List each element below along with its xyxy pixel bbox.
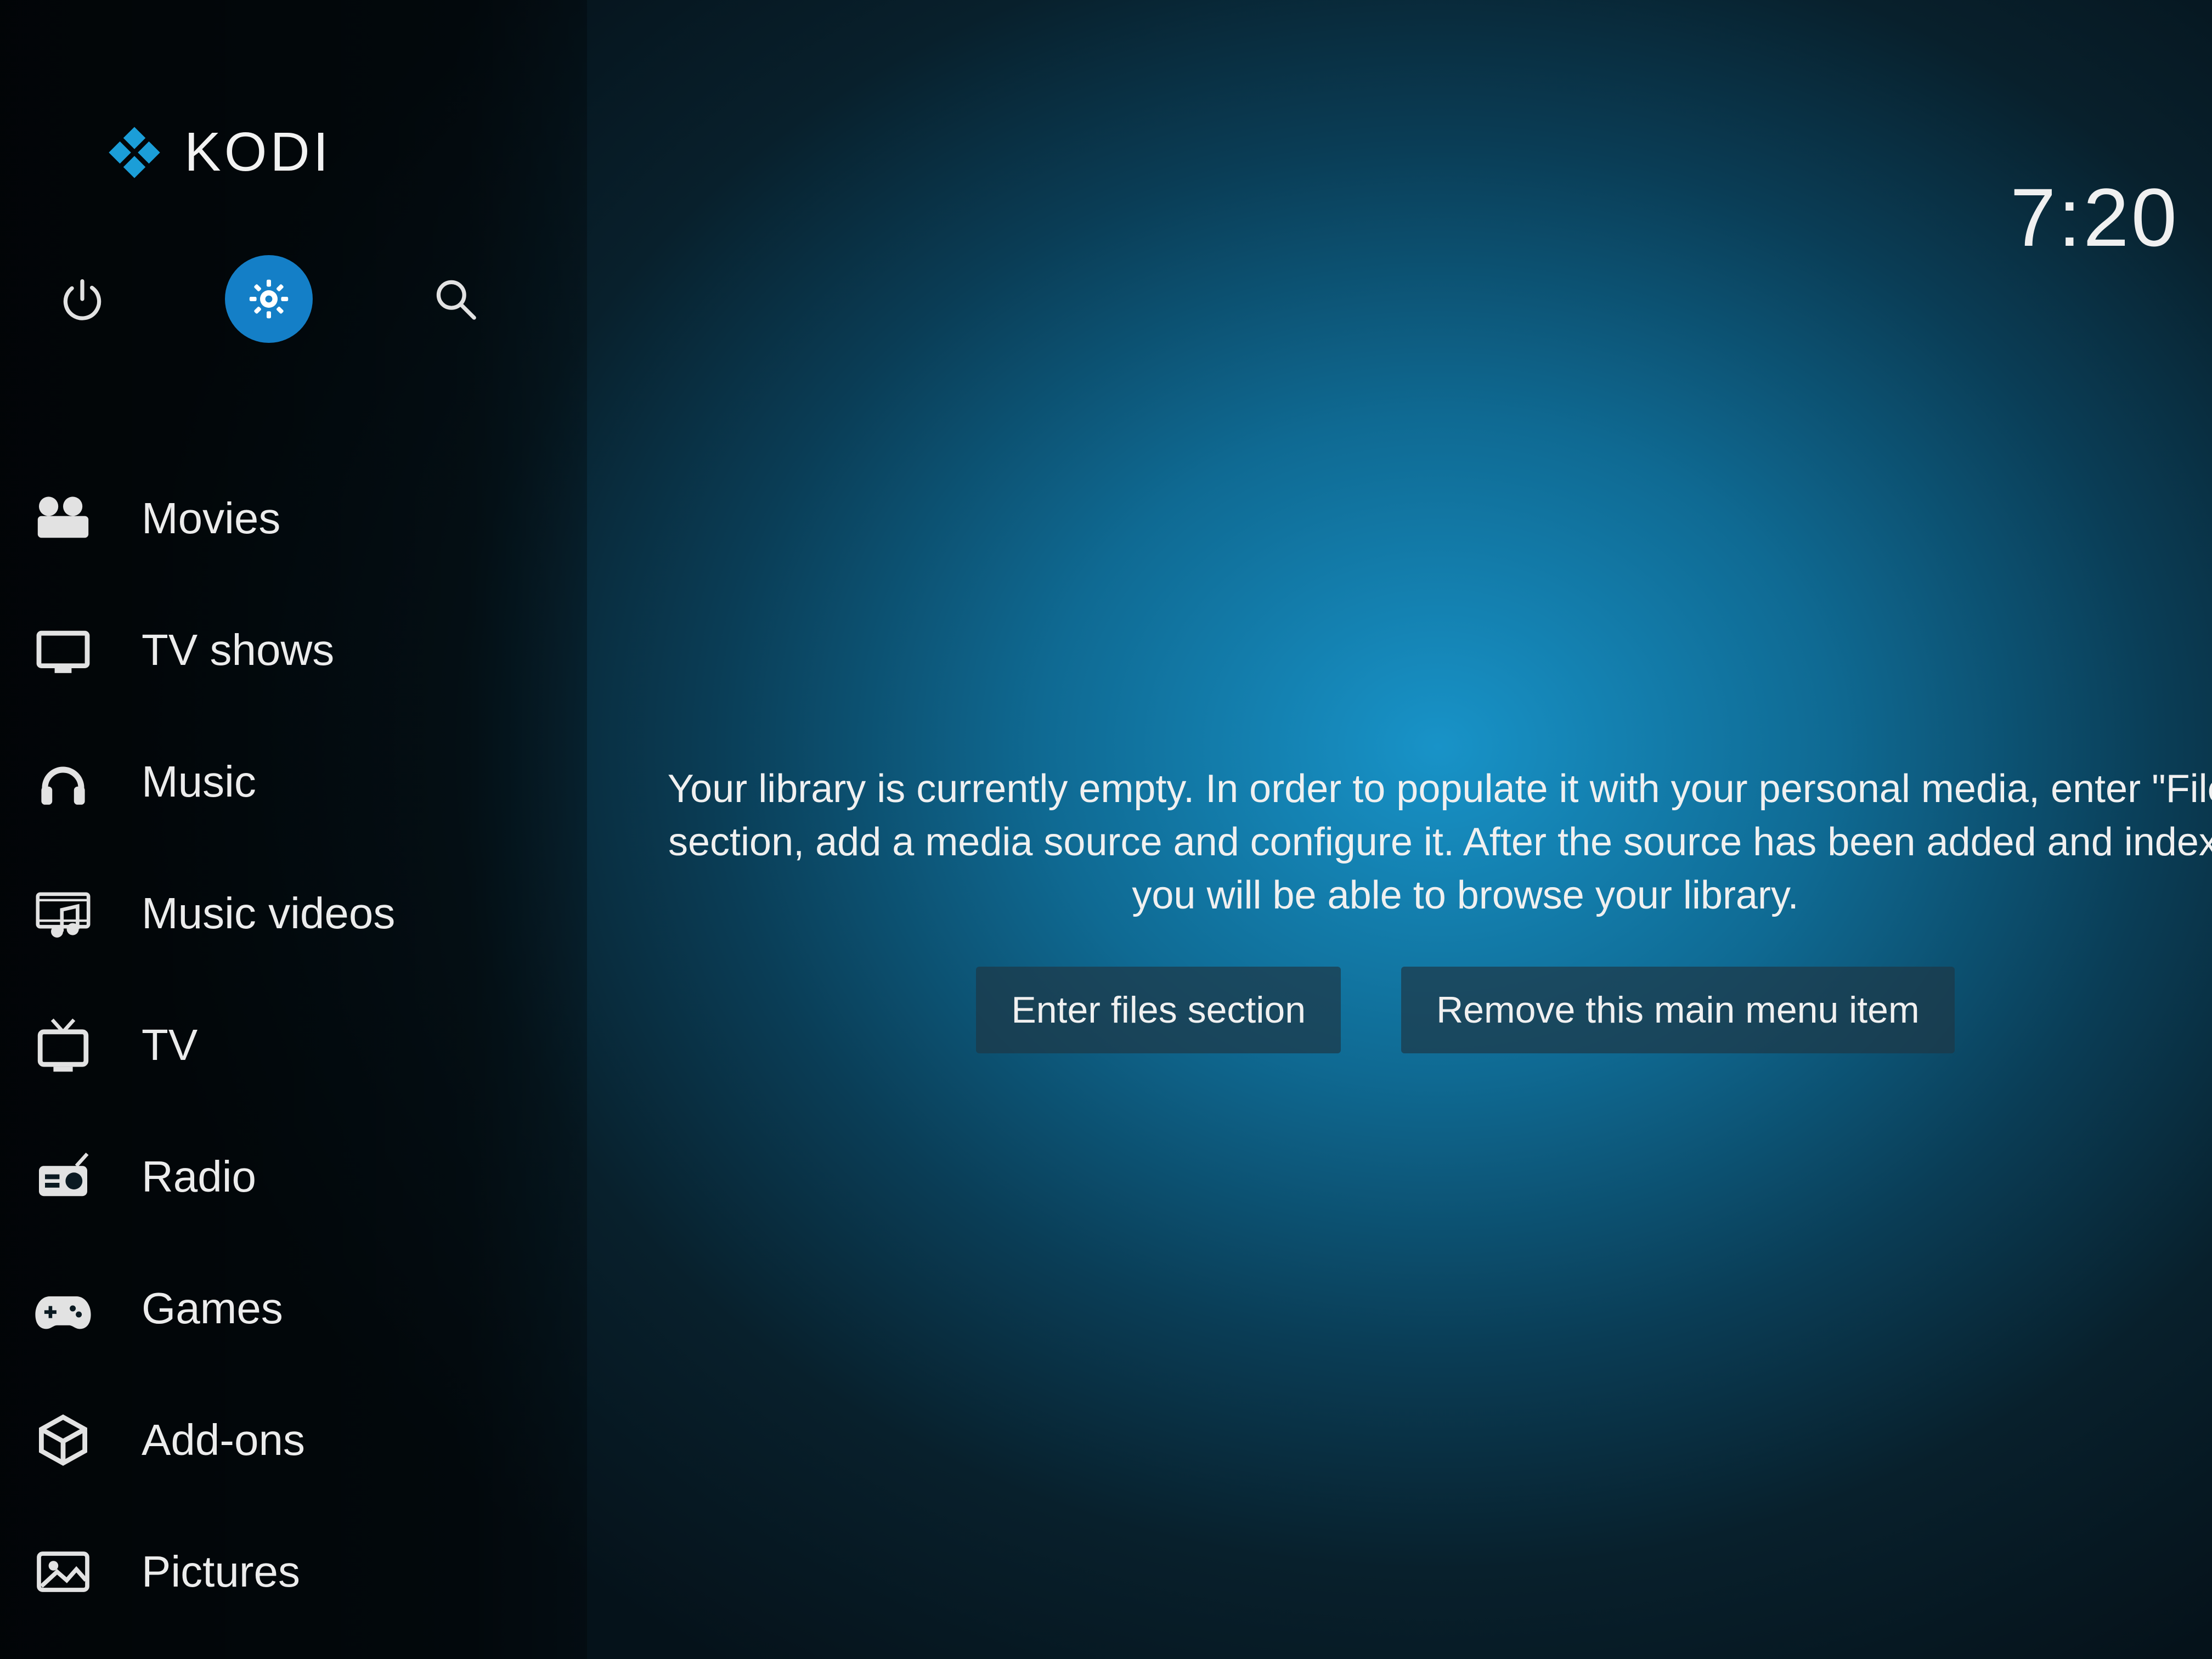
search-button[interactable] [411,255,499,343]
music-icon [22,752,104,812]
app-logo: KODI [0,121,587,184]
sidebar-item-label: TV shows [142,625,334,675]
clock: 7:20 [2010,170,2179,265]
addons-icon [22,1410,104,1470]
sidebar-item-addons[interactable]: Add-ons [0,1374,587,1506]
settings-button[interactable] [225,255,313,343]
radio-icon [22,1147,104,1207]
empty-library-panel: Your library is currently empty. In orde… [653,763,2212,1053]
empty-library-actions: Enter files section Remove this main men… [653,967,2212,1053]
sidebar-item-radio[interactable]: Radio [0,1111,587,1243]
sidebar-item-tv-shows[interactable]: TV shows [0,584,587,716]
sidebar: KODI [0,0,587,1659]
movies-icon [22,488,104,549]
sidebar-toolbar [0,255,587,343]
tv-shows-icon [22,620,104,680]
sidebar-item-movies[interactable]: Movies [0,453,587,584]
sidebar-item-label: Add-ons [142,1415,305,1465]
content-area: 7:20 Your library is currently empty. In… [587,0,2212,1659]
music-videos-icon [22,883,104,944]
power-button[interactable] [38,255,126,343]
sidebar-item-music-videos[interactable]: Music videos [0,848,587,979]
sidebar-item-label: Music videos [142,888,395,939]
empty-library-message: Your library is currently empty. In orde… [653,763,2212,923]
sidebar-item-tv[interactable]: TV [0,979,587,1111]
kodi-home-screen: KODI [0,0,2212,1659]
main-menu: Movies TV shows Music [0,453,587,1638]
sidebar-item-label: Games [142,1283,283,1334]
sidebar-item-music[interactable]: Music [0,716,587,848]
remove-menu-item-button[interactable]: Remove this main menu item [1401,967,1955,1053]
games-icon [22,1278,104,1339]
sidebar-item-label: Movies [142,493,280,544]
sidebar-item-label: Music [142,757,256,807]
sidebar-item-label: Pictures [142,1547,300,1597]
sidebar-item-label: TV [142,1020,198,1070]
enter-files-button[interactable]: Enter files section [976,967,1341,1053]
sidebar-item-pictures[interactable]: Pictures [0,1506,587,1638]
kodi-logo-icon [104,122,165,183]
app-name: KODI [184,121,331,184]
sidebar-item-label: Radio [142,1152,256,1202]
tv-icon [22,1015,104,1075]
pictures-icon [22,1542,104,1602]
sidebar-item-games[interactable]: Games [0,1243,587,1374]
